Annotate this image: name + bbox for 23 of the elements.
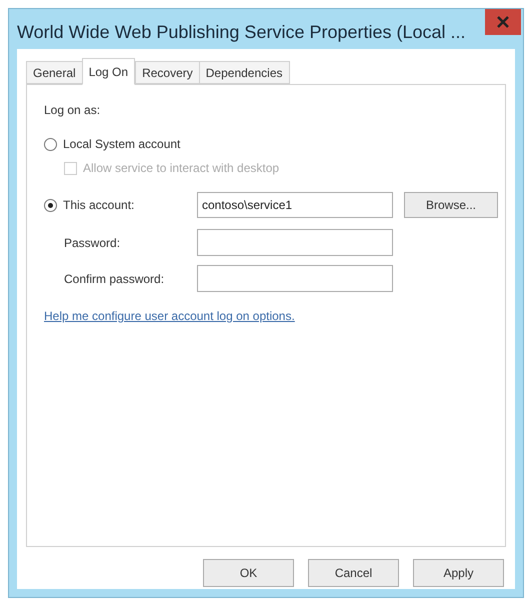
radio-label: This account: [63,197,134,214]
confirm-password-label: Confirm password: [63,270,166,288]
radio-button[interactable] [44,138,57,150]
checkbox-label: Allow service to interact with desktop [83,160,280,177]
radio-button[interactable] [44,198,57,212]
tab[interactable]: Log On [82,58,136,85]
confirm-password-field[interactable] [197,265,393,292]
close-icon [497,16,509,28]
radio-label: Local System account [63,136,180,153]
window-title: World Wide Web Publishing Service Properties (Local ... [16,21,467,44]
tab[interactable]: Dependencies [198,61,290,84]
password-field[interactable] [197,229,393,256]
section-label: Log on as: [44,102,102,119]
browse-button[interactable]: Browse... [404,192,498,218]
dialog-button[interactable]: Cancel [308,559,399,587]
tab[interactable]: General [26,61,83,84]
dialog-button[interactable]: OK [203,559,294,587]
close-button[interactable] [485,9,521,35]
password-label: Password: [63,234,122,252]
tab[interactable]: Recovery [135,61,200,84]
help-link[interactable]: Help me configure user account log on options. [44,307,295,325]
account-field[interactable]: contoso\service1 [197,192,393,218]
dialog-button[interactable]: Apply [413,559,504,587]
